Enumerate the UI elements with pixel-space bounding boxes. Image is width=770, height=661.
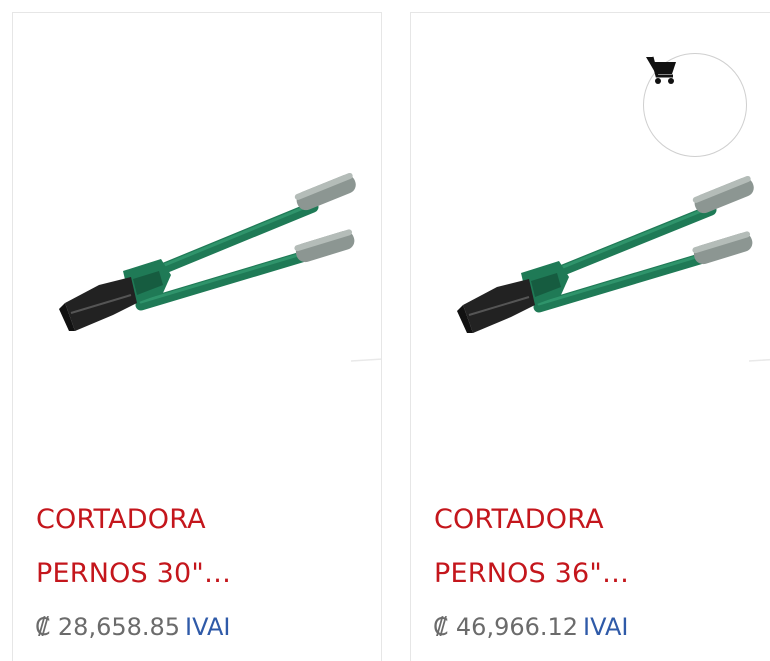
product-card[interactable]: CORTADORA PERNOS 30"… ₡ 28,658.85 IVAI [12,12,382,661]
product-title[interactable]: CORTADORA PERNOS 30"… [36,493,366,601]
product-price-row: ₡ 28,658.85 IVAI [35,613,231,641]
tax-label: IVAI [185,613,231,641]
add-to-cart-button[interactable] [643,53,747,157]
tax-label: IVAI [583,613,629,641]
product-title-line2: PERNOS 36"… [434,558,630,589]
product-image[interactable] [411,13,770,433]
cart-icon [646,56,676,84]
product-grid: CORTADORA PERNOS 30"… ₡ 28,658.85 IVAI C… [0,0,770,661]
bolt-cutter-image [59,172,381,362]
product-image[interactable] [13,13,381,433]
product-price-row: ₡ 46,966.12 IVAI [433,613,629,641]
product-price: ₡ 46,966.12 [433,613,579,641]
product-title-line1: CORTADORA [434,504,604,535]
product-price: ₡ 28,658.85 [35,613,181,641]
product-title-line2: PERNOS 30"… [36,558,232,589]
product-title-line1: CORTADORA [36,504,206,535]
product-title[interactable]: CORTADORA PERNOS 36"… [434,493,764,601]
product-card[interactable]: CORTADORA PERNOS 36"… ₡ 46,966.12 IVAI [410,12,770,661]
